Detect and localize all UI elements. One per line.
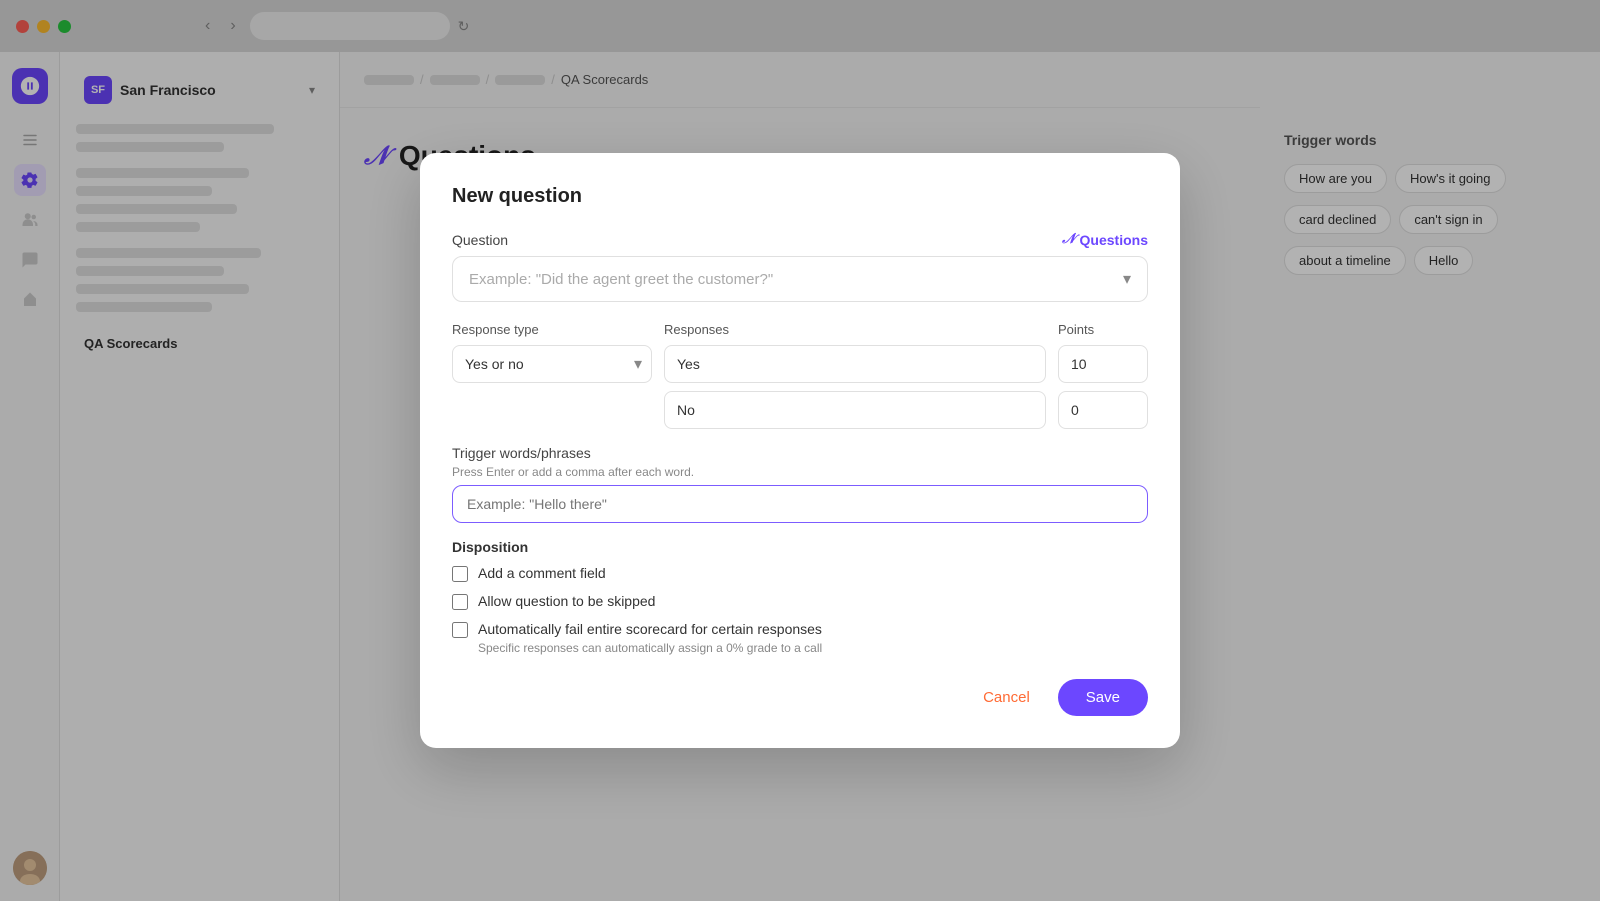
trigger-words-label: Trigger words/phrases — [452, 445, 1148, 461]
responses-col-label: Responses — [664, 322, 1046, 337]
trigger-input[interactable] — [452, 485, 1148, 523]
cancel-button[interactable]: Cancel — [967, 679, 1046, 716]
auto-fail-checkbox[interactable] — [452, 622, 468, 638]
ai-questions-icon: 𝒩 — [1062, 232, 1075, 248]
allow-skip-label[interactable]: Allow question to be skipped — [478, 593, 655, 609]
ai-questions-label: 𝒩 Questions — [1062, 232, 1148, 248]
checkbox-auto-fail: Automatically fail entire scorecard for … — [452, 621, 1148, 655]
new-question-modal: New question Question 𝒩 Questions Exampl… — [420, 153, 1180, 748]
response-type-col-label: Response type — [452, 322, 652, 337]
response-type-select[interactable]: Yes or no Multiple choice Scale — [452, 345, 652, 383]
disposition-section: Disposition Add a comment field Allow qu… — [452, 539, 1148, 655]
ai-questions-text: Questions — [1080, 232, 1148, 248]
save-button[interactable]: Save — [1058, 679, 1148, 716]
checkbox-allow-skip: Allow question to be skipped — [452, 593, 1148, 611]
response-type-select-wrapper[interactable]: Yes or no Multiple choice Scale — [452, 345, 652, 383]
question-dropdown-icon: ▾ — [1123, 269, 1131, 289]
checkbox-add-comment: Add a comment field — [452, 565, 1148, 583]
modal-footer: Cancel Save — [452, 679, 1148, 716]
add-comment-checkbox[interactable] — [452, 566, 468, 582]
auto-fail-sublabel: Specific responses can automatically ass… — [478, 641, 822, 655]
auto-fail-label[interactable]: Automatically fail entire scorecard for … — [478, 621, 822, 637]
add-comment-label[interactable]: Add a comment field — [478, 565, 606, 581]
question-form-row: Question 𝒩 Questions — [452, 232, 1148, 248]
question-input-placeholder: Example: "Did the agent greet the custom… — [469, 271, 773, 288]
trigger-hint: Press Enter or add a comma after each wo… — [452, 465, 1148, 479]
response-no-input[interactable] — [664, 391, 1046, 429]
points-no-input[interactable] — [1058, 391, 1148, 429]
disposition-title: Disposition — [452, 539, 1148, 555]
points-yes-input[interactable] — [1058, 345, 1148, 383]
points-col-label: Points — [1058, 322, 1148, 337]
modal-overlay: New question Question 𝒩 Questions Exampl… — [0, 0, 1600, 901]
question-input-wrapper[interactable]: Example: "Did the agent greet the custom… — [452, 256, 1148, 302]
allow-skip-checkbox[interactable] — [452, 594, 468, 610]
modal-title: New question — [452, 185, 1148, 208]
question-label: Question — [452, 232, 508, 248]
response-yes-input[interactable] — [664, 345, 1046, 383]
trigger-words-section: Trigger words/phrases Press Enter or add… — [452, 445, 1148, 523]
